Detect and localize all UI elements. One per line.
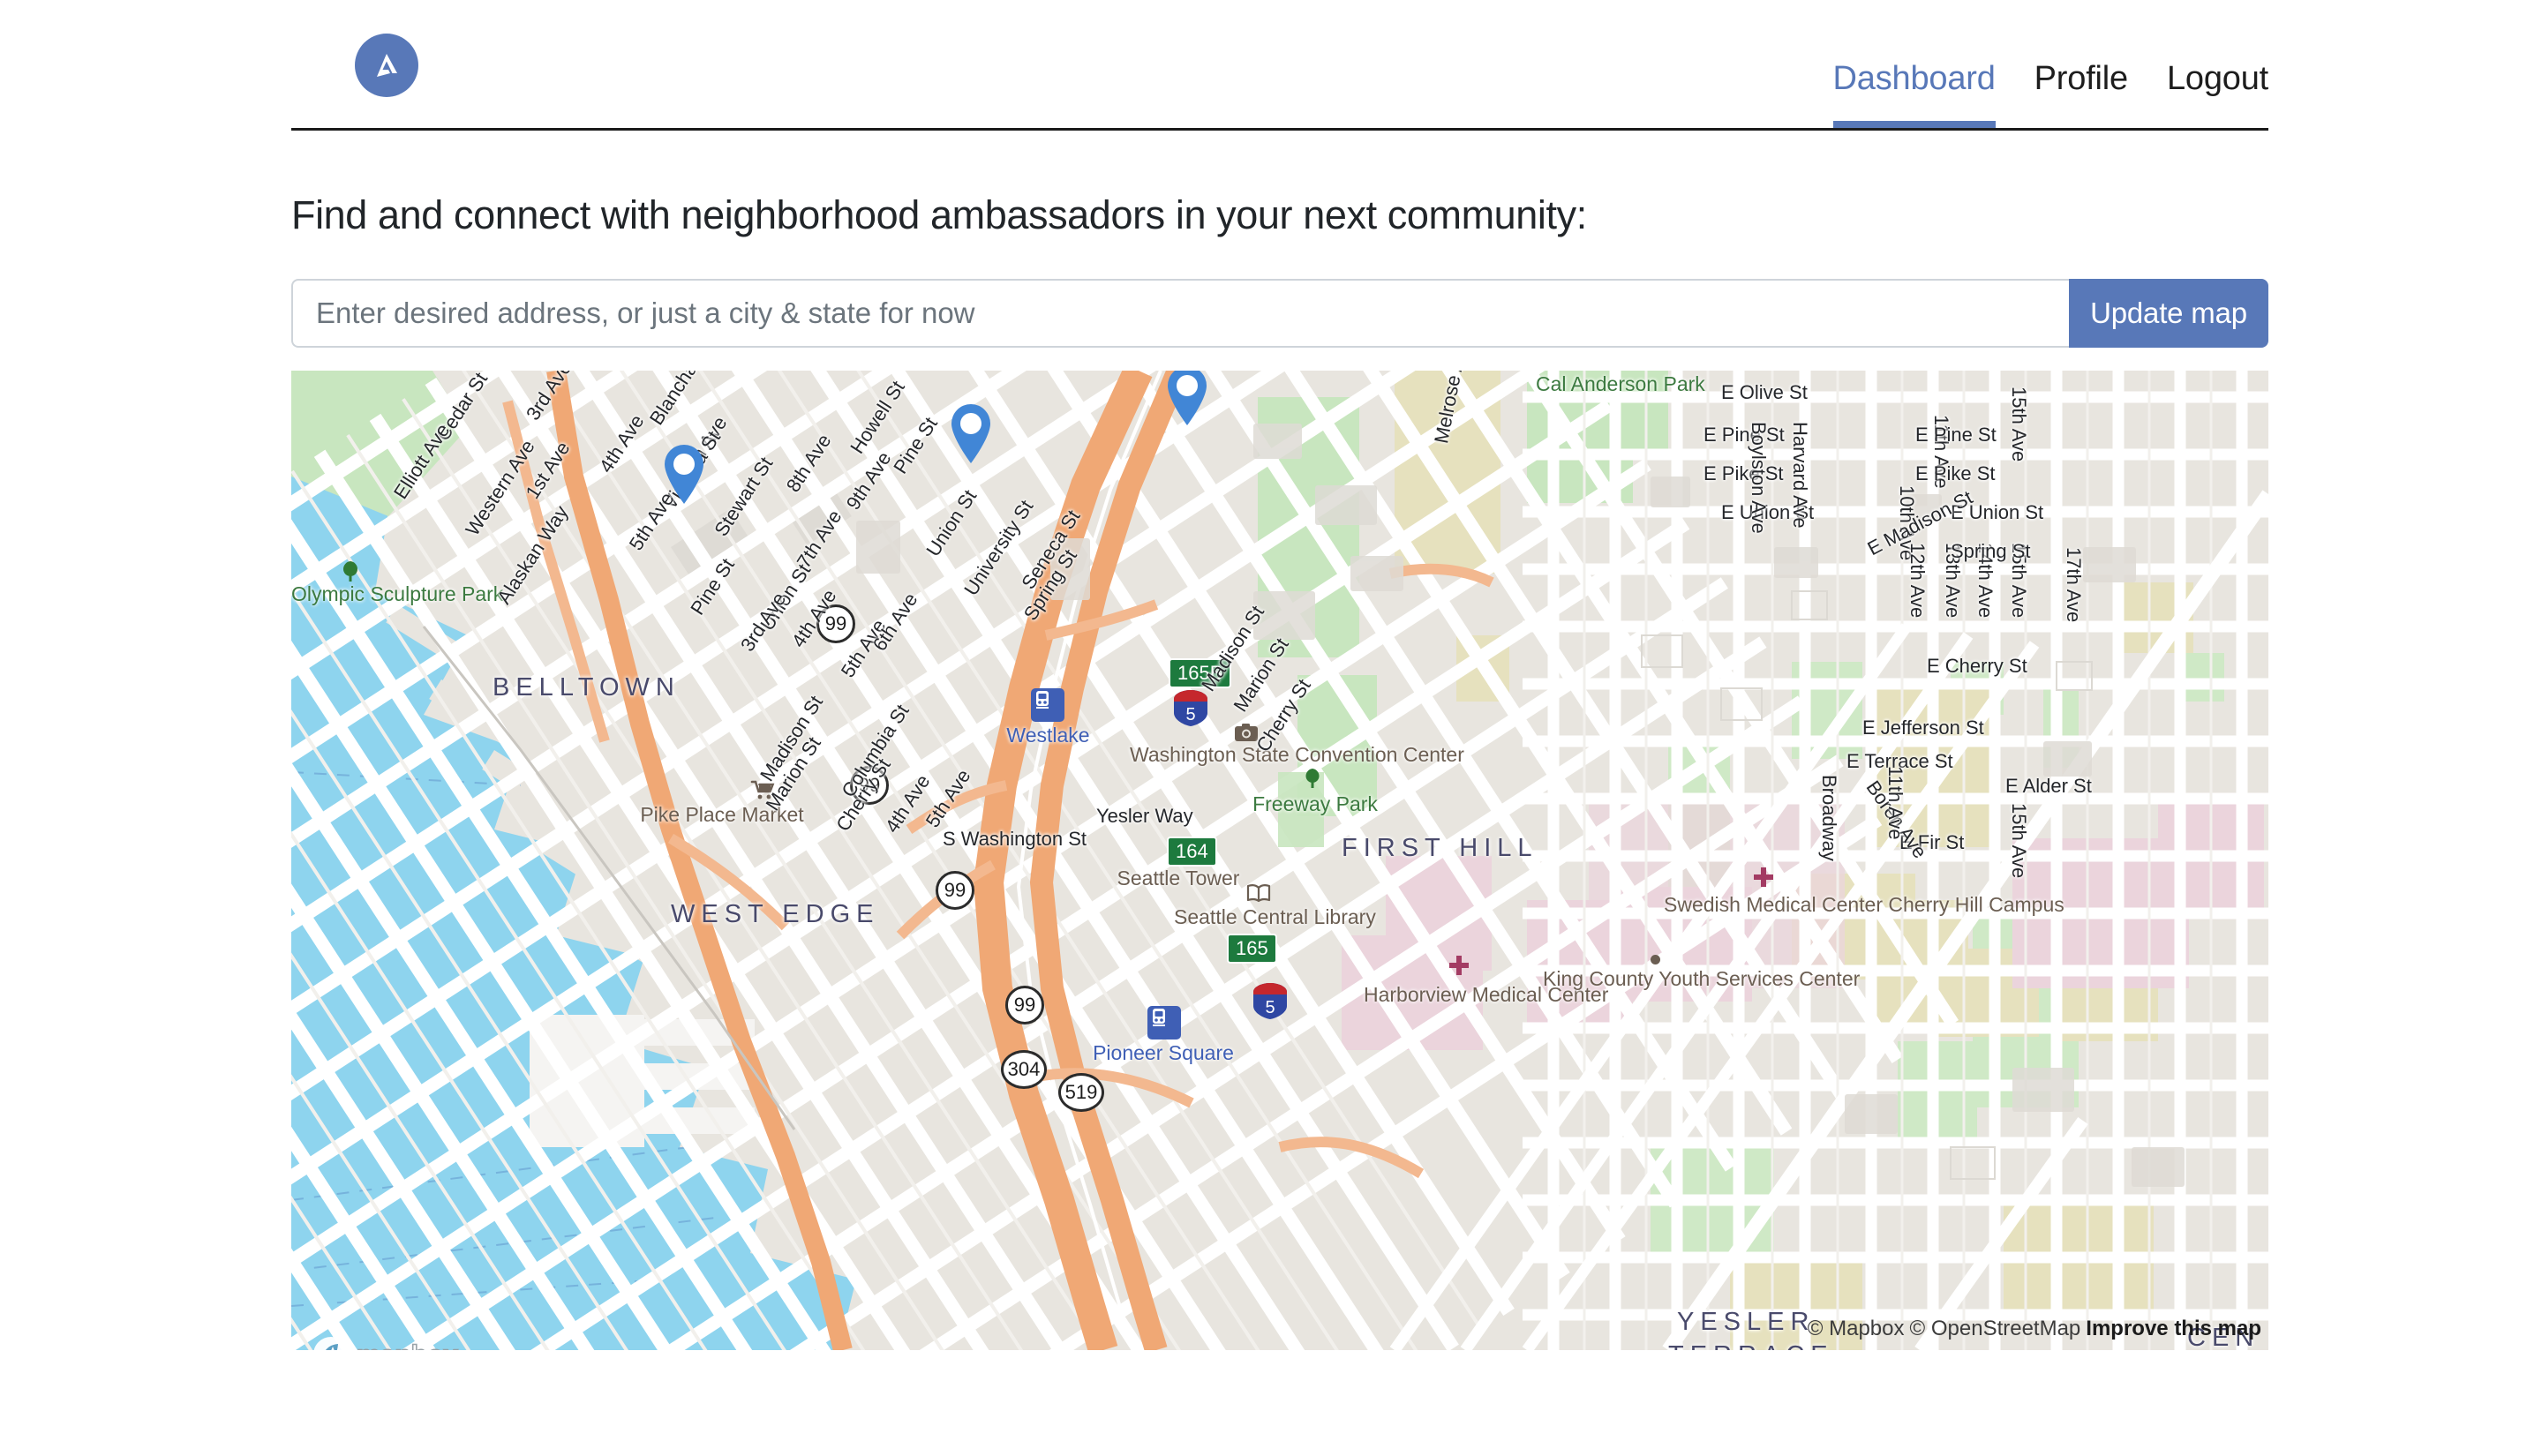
nav-link-profile[interactable]: Profile [2015, 60, 2147, 128]
market-icon [750, 780, 775, 799]
svg-text:5: 5 [1265, 998, 1275, 1017]
route-shield-304: 304 [1001, 1050, 1047, 1089]
attribution-mapbox[interactable]: © Mapbox [1808, 1317, 1905, 1340]
hospital-icon-harborview [1449, 956, 1469, 975]
nav-link-logout[interactable]: Logout [2147, 60, 2268, 128]
attribution-osm[interactable]: © OpenStreetMap [1910, 1317, 2081, 1340]
navbar: Dashboard Profile Logout [291, 0, 2268, 131]
app-page: Dashboard Profile Logout Find and connec… [0, 0, 2542, 1456]
svg-text:mapbox: mapbox [357, 1340, 458, 1350]
map-canvas[interactable]: BELLTOWN WEST EDGE FIRST HILL YESLER TER… [291, 371, 2268, 1350]
interstate-shield-5-b: 5 [1250, 979, 1290, 1022]
page-title: Find and connect with neighborhood ambas… [291, 192, 1587, 238]
update-map-button[interactable]: Update map [2069, 279, 2268, 348]
route-shield-99-c: 99 [936, 871, 974, 910]
camera-icon [1235, 724, 1258, 741]
library-icon [1246, 884, 1271, 903]
route-shield-99-b: 99 [850, 766, 889, 805]
ambassador-marker-3[interactable] [1164, 371, 1210, 426]
transit-station-icon-westlake[interactable] [1031, 688, 1064, 722]
address-search-input[interactable] [291, 279, 2069, 348]
map-basemap [291, 371, 2268, 1350]
park-tree-icon-freeway [1305, 769, 1320, 788]
poi-dot-king-county-youth [1651, 955, 1660, 964]
nav-links: Dashboard Profile Logout [1814, 60, 2268, 128]
exit-shield-164: 164 [1167, 837, 1217, 867]
brand-logo[interactable] [355, 34, 418, 97]
interstate-shield-5-a: 5 [1170, 687, 1211, 729]
search-row: Update map [291, 279, 2268, 348]
brand-a-logo-icon [355, 34, 418, 97]
svg-text:5: 5 [1185, 705, 1195, 724]
exit-shield-165b: 165B [1169, 658, 1232, 688]
exit-shield-165: 165 [1227, 934, 1277, 964]
transit-station-icon-pioneer-square[interactable] [1147, 1006, 1181, 1039]
ambassador-marker-2[interactable] [948, 402, 994, 464]
route-shield-519: 519 [1058, 1073, 1104, 1112]
route-shield-99-d: 99 [1005, 986, 1044, 1024]
park-tree-icon [342, 561, 358, 582]
route-shield-99-a: 99 [816, 604, 855, 643]
ambassador-marker-1[interactable] [661, 443, 707, 505]
nav-link-dashboard[interactable]: Dashboard [1814, 60, 2015, 128]
hospital-icon-swedish [1754, 867, 1773, 887]
map-attribution: © Mapbox © OpenStreetMap Improve this map [1808, 1317, 2261, 1341]
attribution-improve-link[interactable]: Improve this map [2086, 1317, 2261, 1340]
